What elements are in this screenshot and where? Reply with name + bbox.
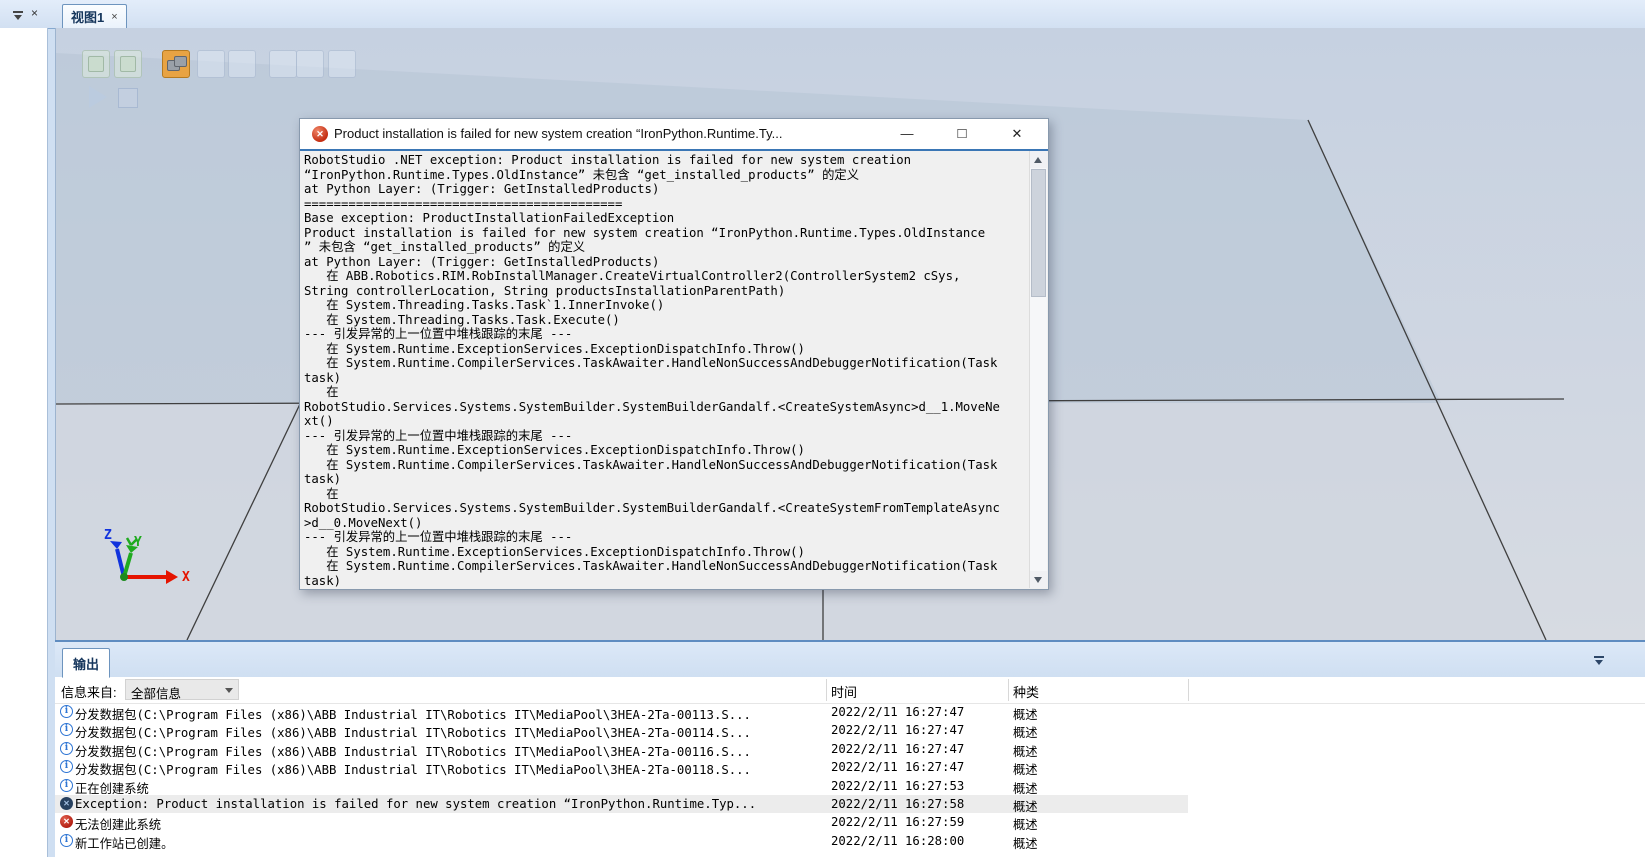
severity-icon: i bbox=[60, 779, 73, 792]
minimize-button[interactable]: — bbox=[889, 123, 925, 145]
frame-snap-icon[interactable] bbox=[269, 50, 297, 78]
collapse-panel-icon[interactable] bbox=[1593, 656, 1605, 666]
tab-output-label: 输出 bbox=[73, 654, 99, 673]
robotstudio-window: × 视图1 × bbox=[0, 0, 1645, 857]
log-time: 2022/2/11 16:28:00 bbox=[831, 834, 964, 848]
log-type: 概述 bbox=[1013, 760, 1038, 778]
column-separator bbox=[826, 679, 827, 701]
dialog-scrollbar[interactable] bbox=[1029, 151, 1047, 588]
severity-icon: i bbox=[60, 760, 73, 773]
log-message: 新工作站已创建。 bbox=[75, 834, 173, 852]
chevron-down-icon bbox=[225, 688, 233, 693]
output-body: 信息来自: 全部信息 时间 种类 i 分发数据包(C:\Program File… bbox=[55, 677, 1645, 857]
severity-icon: i bbox=[60, 834, 73, 847]
severity-icon: i bbox=[60, 723, 73, 736]
measure-icon[interactable] bbox=[328, 50, 356, 78]
log-message: 正在创建系统 bbox=[75, 779, 149, 797]
scroll-down-icon[interactable] bbox=[1030, 571, 1047, 588]
log-time: 2022/2/11 16:27:59 bbox=[831, 815, 964, 829]
document-tabbar: × 视图1 × bbox=[0, 0, 1645, 29]
log-row[interactable]: ✕ 无法创建此系统 2022/2/11 16:27:59 概述 bbox=[55, 813, 1188, 831]
severity-icon: i bbox=[60, 742, 73, 755]
log-time: 2022/2/11 16:27:47 bbox=[831, 742, 964, 756]
log-type: 概述 bbox=[1013, 834, 1038, 852]
log-message: 无法创建此系统 bbox=[75, 815, 161, 833]
severity-icon: ✕ bbox=[60, 815, 73, 828]
column-header-type[interactable]: 种类 bbox=[1013, 682, 1039, 701]
output-rows: i 分发数据包(C:\Program Files (x86)\ABB Indus… bbox=[55, 703, 1645, 850]
panel-collapse-icon[interactable] bbox=[12, 11, 24, 20]
snap-mode-icon[interactable] bbox=[228, 50, 256, 78]
log-type: 概述 bbox=[1013, 797, 1038, 815]
column-separator bbox=[1008, 679, 1009, 701]
log-message: 分发数据包(C:\Program Files (x86)\ABB Industr… bbox=[75, 742, 751, 760]
output-tabbar: 输出 bbox=[55, 642, 1645, 678]
axis-x-label: X bbox=[182, 570, 190, 585]
grid-snap-icon[interactable] bbox=[197, 50, 225, 78]
axis-z-label: Z bbox=[104, 528, 112, 543]
log-row[interactable]: i 分发数据包(C:\Program Files (x86)\ABB Indus… bbox=[55, 703, 1188, 721]
move-arrow-icon[interactable] bbox=[296, 50, 324, 78]
view-objects-icon[interactable] bbox=[162, 50, 190, 78]
message-source-dropdown[interactable]: 全部信息 bbox=[125, 679, 239, 700]
panel-close-icon[interactable]: × bbox=[31, 6, 38, 20]
filter-label: 信息来自: bbox=[61, 682, 117, 701]
tab-output[interactable]: 输出 bbox=[62, 648, 110, 678]
axis-y-label: Y bbox=[134, 535, 142, 550]
error-dialog-title: Product installation is failed for new s… bbox=[334, 126, 782, 141]
log-message: 分发数据包(C:\Program Files (x86)\ABB Industr… bbox=[75, 723, 751, 741]
error-ball-icon: ✕ bbox=[312, 126, 328, 142]
column-separator bbox=[1188, 679, 1189, 701]
log-row[interactable]: i 正在创建系统 2022/2/11 16:27:53 概述 bbox=[55, 777, 1188, 795]
exception-stacktrace-text[interactable]: RobotStudio .NET exception: Product inst… bbox=[300, 151, 1029, 589]
left-docked-panel bbox=[0, 28, 48, 857]
tab-view1-close-icon[interactable]: × bbox=[111, 11, 117, 23]
log-time: 2022/2/11 16:27:53 bbox=[831, 779, 964, 793]
tab-view1-label: 视图1 bbox=[71, 7, 104, 26]
output-header-row: 信息来自: 全部信息 时间 种类 bbox=[55, 677, 1645, 704]
log-message: 分发数据包(C:\Program Files (x86)\ABB Industr… bbox=[75, 760, 751, 778]
log-row[interactable]: i 分发数据包(C:\Program Files (x86)\ABB Indus… bbox=[55, 721, 1188, 739]
log-row[interactable]: i 分发数据包(C:\Program Files (x86)\ABB Indus… bbox=[55, 758, 1188, 776]
close-button[interactable]: ✕ bbox=[999, 123, 1035, 145]
severity-icon: i bbox=[60, 705, 73, 718]
log-row[interactable]: i 分发数据包(C:\Program Files (x86)\ABB Indus… bbox=[55, 740, 1188, 758]
dropdown-selected-value: 全部信息 bbox=[131, 683, 181, 702]
log-row[interactable]: ✕ Exception: Product installation is fai… bbox=[55, 795, 1188, 813]
log-time: 2022/2/11 16:27:47 bbox=[831, 705, 964, 719]
log-message: Exception: Product installation is faile… bbox=[75, 797, 756, 811]
log-type: 概述 bbox=[1013, 705, 1038, 723]
stop-simulation-icon[interactable] bbox=[118, 88, 138, 108]
column-header-time[interactable]: 时间 bbox=[831, 682, 857, 701]
severity-icon: ✕ bbox=[60, 797, 73, 810]
log-type: 概述 bbox=[1013, 815, 1038, 833]
log-type: 概述 bbox=[1013, 723, 1038, 741]
maximize-button[interactable]: □ bbox=[944, 123, 980, 145]
log-time: 2022/2/11 16:27:47 bbox=[831, 760, 964, 774]
fit-view-icon[interactable] bbox=[114, 50, 142, 78]
log-type: 概述 bbox=[1013, 779, 1038, 797]
log-message: 分发数据包(C:\Program Files (x86)\ABB Industr… bbox=[75, 705, 751, 723]
log-row[interactable]: i 新工作站已创建。 2022/2/11 16:28:00 概述 bbox=[55, 832, 1188, 850]
log-type: 概述 bbox=[1013, 742, 1038, 760]
play-simulation-icon[interactable] bbox=[89, 86, 107, 108]
log-time: 2022/2/11 16:27:47 bbox=[831, 723, 964, 737]
log-time: 2022/2/11 16:27:58 bbox=[831, 797, 964, 811]
zoom-extents-icon[interactable] bbox=[82, 50, 110, 78]
output-panel: 输出 信息来自: 全部信息 时间 种类 i 分发数据包(C:\Program bbox=[55, 640, 1645, 857]
scrollbar-thumb[interactable] bbox=[1031, 169, 1046, 297]
tab-view1[interactable]: 视图1 × bbox=[62, 4, 127, 28]
scroll-up-icon[interactable] bbox=[1030, 151, 1047, 168]
error-dialog-titlebar[interactable]: ✕ Product installation is failed for new… bbox=[300, 119, 1048, 151]
error-dialog: ✕ Product installation is failed for new… bbox=[299, 118, 1049, 590]
